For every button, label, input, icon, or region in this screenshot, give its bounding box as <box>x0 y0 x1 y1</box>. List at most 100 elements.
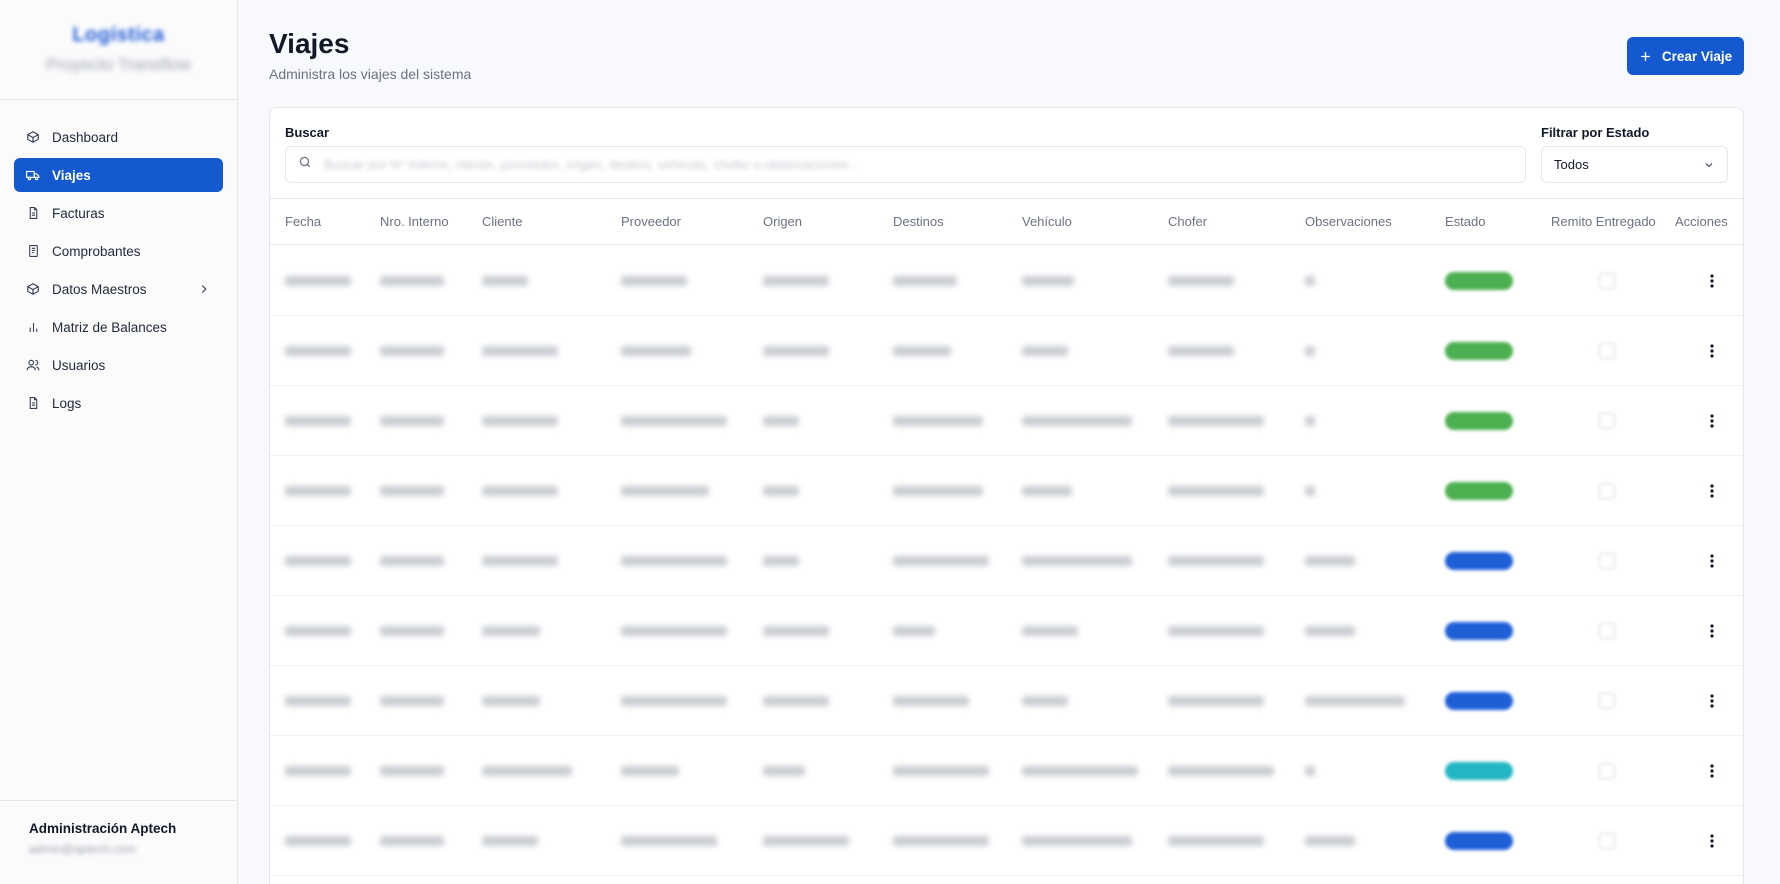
sidebar-item-label: Matriz de Balances <box>52 319 167 335</box>
sidebar-item-label: Dashboard <box>52 129 119 145</box>
redacted-cell <box>380 416 444 426</box>
sidebar-item-comprobantes[interactable]: Comprobantes <box>14 234 223 268</box>
remito-checkbox[interactable] <box>1599 763 1615 779</box>
column-header-fecha[interactable]: Fecha <box>285 214 321 229</box>
bar-chart-icon <box>26 320 40 334</box>
column-header-cliente[interactable]: Cliente <box>482 214 522 229</box>
more-actions-icon[interactable] <box>1702 831 1722 851</box>
table-row[interactable] <box>270 596 1743 666</box>
more-actions-icon[interactable] <box>1702 691 1722 711</box>
remito-checkbox[interactable] <box>1599 553 1615 569</box>
brand-subtitle: Proyecto Transflow <box>46 55 191 74</box>
column-header-origen[interactable]: Origen <box>763 214 802 229</box>
redacted-cell <box>285 416 351 426</box>
more-actions-icon[interactable] <box>1702 411 1722 431</box>
redacted-cell <box>763 416 799 426</box>
remito-checkbox[interactable] <box>1599 623 1615 639</box>
table-row[interactable] <box>270 666 1743 736</box>
page-subtitle: Administra los viajes del sistema <box>269 66 472 82</box>
redacted-cell <box>621 276 687 286</box>
redacted-cell <box>1168 766 1274 776</box>
chevron-right-icon[interactable] <box>197 282 211 299</box>
state-filter-label: Filtrar por Estado <box>1541 125 1650 140</box>
users-icon <box>26 358 40 372</box>
column-header-nro-interno[interactable]: Nro. Interno <box>380 214 449 229</box>
redacted-cell <box>1022 416 1132 426</box>
sidebar-item-datos-maestros[interactable]: Datos Maestros <box>14 272 223 306</box>
remito-checkbox[interactable] <box>1599 693 1615 709</box>
status-badge <box>1445 272 1513 290</box>
remito-checkbox[interactable] <box>1599 343 1615 359</box>
redacted-cell <box>380 486 444 496</box>
redacted-cell <box>1168 416 1264 426</box>
redacted-cell <box>285 696 351 706</box>
more-actions-icon[interactable] <box>1702 761 1722 781</box>
page-title: Viajes <box>269 28 350 59</box>
sidebar-item-dashboard[interactable]: Dashboard <box>14 120 223 154</box>
state-filter-select[interactable]: Todos <box>1541 146 1728 183</box>
sidebar-item-matriz-balances[interactable]: Matriz de Balances <box>14 310 223 344</box>
file-text-icon <box>26 396 40 410</box>
status-badge <box>1445 762 1513 780</box>
redacted-cell <box>763 276 829 286</box>
table-row[interactable] <box>270 386 1743 456</box>
remito-checkbox[interactable] <box>1599 273 1615 289</box>
receipt-icon <box>26 244 40 258</box>
column-header-observaciones[interactable]: Observaciones <box>1305 214 1392 229</box>
redacted-cell <box>1022 766 1138 776</box>
redacted-cell <box>285 486 351 496</box>
redacted-cell <box>763 836 849 846</box>
redacted-cell <box>1168 696 1264 706</box>
sidebar-item-label: Viajes <box>52 167 91 183</box>
more-actions-icon[interactable] <box>1702 551 1722 571</box>
column-header-proveedor[interactable]: Proveedor <box>621 214 681 229</box>
column-header-remito-entregado[interactable]: Remito Entregado <box>1551 214 1656 229</box>
column-header-vehiculo[interactable]: Vehículo <box>1022 214 1072 229</box>
redacted-cell <box>482 556 558 566</box>
user-profile[interactable]: Administración Aptech admin@aptech.com <box>0 800 237 884</box>
search-icon <box>298 155 312 174</box>
redacted-cell <box>1022 556 1132 566</box>
remito-checkbox[interactable] <box>1599 413 1615 429</box>
redacted-cell <box>621 416 727 426</box>
remito-checkbox[interactable] <box>1599 483 1615 499</box>
create-trip-button[interactable]: Crear Viaje <box>1627 37 1744 75</box>
sidebar-item-facturas[interactable]: Facturas <box>14 196 223 230</box>
redacted-cell <box>1022 836 1132 846</box>
remito-checkbox[interactable] <box>1599 833 1615 849</box>
redacted-cell <box>1168 556 1264 566</box>
sidebar-item-label: Comprobantes <box>52 243 141 259</box>
sidebar-item-logs[interactable]: Logs <box>14 386 223 420</box>
database-icon <box>26 282 40 296</box>
table-row[interactable] <box>270 736 1743 806</box>
redacted-cell <box>1168 486 1264 496</box>
redacted-cell <box>1305 766 1315 776</box>
table-row[interactable] <box>270 246 1743 316</box>
redacted-cell <box>1168 836 1264 846</box>
redacted-cell <box>1305 276 1315 286</box>
table-row[interactable] <box>270 456 1743 526</box>
redacted-cell <box>285 836 351 846</box>
redacted-cell <box>893 556 989 566</box>
search-input[interactable]: Buscar por N° interno, cliente, proveedo… <box>285 146 1526 183</box>
redacted-cell <box>482 626 540 636</box>
redacted-cell <box>621 696 727 706</box>
sidebar-item-usuarios[interactable]: Usuarios <box>14 348 223 382</box>
table-row[interactable] <box>270 526 1743 596</box>
column-header-destinos[interactable]: Destinos <box>893 214 944 229</box>
truck-icon <box>26 168 40 182</box>
column-header-chofer[interactable]: Chofer <box>1168 214 1207 229</box>
more-actions-icon[interactable] <box>1702 481 1722 501</box>
sidebar-item-viajes[interactable]: Viajes <box>14 158 223 192</box>
column-header-estado[interactable]: Estado <box>1445 214 1485 229</box>
redacted-cell <box>1022 276 1074 286</box>
brand[interactable]: Logística Proyecto Transflow <box>0 0 237 100</box>
redacted-cell <box>1305 486 1315 496</box>
table-row[interactable] <box>270 806 1743 876</box>
more-actions-icon[interactable] <box>1702 341 1722 361</box>
table-row[interactable] <box>270 316 1743 386</box>
more-actions-icon[interactable] <box>1702 271 1722 291</box>
redacted-cell <box>763 766 805 776</box>
redacted-cell <box>1168 626 1264 636</box>
more-actions-icon[interactable] <box>1702 621 1722 641</box>
